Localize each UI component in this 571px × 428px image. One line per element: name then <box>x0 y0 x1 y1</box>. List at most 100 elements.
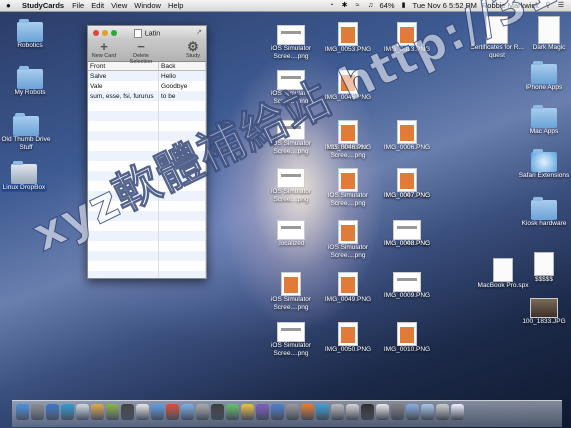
fullscreen-icon[interactable]: ↗ <box>196 28 202 36</box>
dock-app-icon[interactable] <box>406 404 419 420</box>
desktop-file-20[interactable]: IMG_0049.PNG <box>318 272 378 304</box>
image-thumbnail-icon <box>397 322 417 346</box>
delete-selection-button[interactable]: − Delete Selection <box>121 40 161 65</box>
desktop-file-19[interactable]: iOS Simulator Scree....png <box>261 272 321 312</box>
desktop-folder-my-robots[interactable]: My Robots <box>0 66 60 97</box>
dock-app-icon[interactable] <box>226 404 239 420</box>
dock-app-icon[interactable] <box>76 404 89 420</box>
desktop-file-0[interactable]: iOS Simulator Scree....png <box>261 25 321 61</box>
desktop-file-21[interactable]: IMG_0009.PNG <box>377 272 437 300</box>
dock-app-icon[interactable] <box>91 404 104 420</box>
dock-app-icon[interactable] <box>241 404 254 420</box>
desktop-file-dollars[interactable]: $$$$$ <box>514 252 571 284</box>
image-thumbnail-icon <box>338 220 358 244</box>
dock-app-icon[interactable] <box>301 404 314 420</box>
empty-row <box>88 271 206 278</box>
image-thumbnail-icon <box>338 120 358 144</box>
document-icon <box>534 252 554 276</box>
dock-app-icon[interactable] <box>121 404 134 420</box>
battery-status[interactable]: 64% <box>380 1 395 10</box>
cell-front[interactable]: Salve <box>88 70 159 81</box>
dock-app-icon[interactable] <box>421 404 434 420</box>
dock-app-icon[interactable] <box>436 404 449 420</box>
desktop-folder-mac-apps[interactable]: Mac Apps <box>514 105 571 136</box>
desktop-file-24[interactable]: IMG_0010.PNG <box>377 322 437 354</box>
linux-folder-icon <box>11 161 37 184</box>
folder-icon <box>17 19 43 42</box>
empty-row <box>88 101 206 111</box>
apple-menu-icon[interactable]: ● <box>6 1 16 10</box>
desktop-folder-kiosk-hardware[interactable]: Kiosk hardware <box>514 197 571 228</box>
dock-app-icon[interactable] <box>346 404 359 420</box>
bluetooth-icon[interactable]: ✱ <box>341 2 349 9</box>
dock-app-icon[interactable] <box>451 404 464 420</box>
dock-app-icon[interactable] <box>286 404 299 420</box>
desktop-file-23[interactable]: IMG_0050.PNG <box>318 322 378 354</box>
menu-file[interactable]: File <box>72 1 84 10</box>
empty-row <box>88 261 206 271</box>
dock-app-icon[interactable] <box>256 404 269 420</box>
dock-app-icon[interactable] <box>106 404 119 420</box>
safari-folder-icon <box>531 149 557 172</box>
dock-app-icon[interactable] <box>391 404 404 420</box>
dock-app-icon[interactable] <box>316 404 329 420</box>
dock-app-icon[interactable] <box>361 404 374 420</box>
image-thumbnail-icon <box>277 220 305 240</box>
desktop-file-22[interactable]: iOS Simulator Scree....png <box>261 322 321 358</box>
dock-app-icon[interactable] <box>181 404 194 420</box>
battery-icon[interactable]: ▮ <box>400 2 408 9</box>
dock-app-icon[interactable] <box>166 404 179 420</box>
image-thumbnail-icon <box>397 168 417 192</box>
menu-help[interactable]: Help <box>168 1 183 10</box>
dock-app-icon[interactable] <box>151 404 164 420</box>
image-thumbnail-icon <box>393 220 421 240</box>
dock-app-icon[interactable] <box>136 404 149 420</box>
empty-row <box>88 251 206 261</box>
desktop-file-10[interactable]: IMG_0006.PNG <box>377 120 437 152</box>
desktop-folder-linux-dropbox[interactable]: Linux DropBox <box>0 161 48 192</box>
desktop-folder-robotics[interactable]: Robotics <box>0 19 60 50</box>
desktop-file-12[interactable]: iOS Simulator Scree....png <box>318 168 378 208</box>
empty-row <box>88 241 206 251</box>
desktop-file-100-1833-jpg[interactable]: 100_1833.JPG <box>511 298 571 326</box>
dock-app-icon[interactable] <box>46 404 59 420</box>
dock-app-icon[interactable] <box>331 404 344 420</box>
volume-icon[interactable]: ♫ <box>367 2 375 9</box>
desktop-file-14[interactable]: IMG_0007.PNG <box>377 168 437 200</box>
dock-app-icon[interactable] <box>211 404 224 420</box>
desktop-file-15[interactable]: .localized <box>261 220 321 248</box>
dock-app-icon[interactable] <box>61 404 74 420</box>
column-header-back[interactable]: Back <box>158 62 206 71</box>
cell-back[interactable]: Hello <box>158 70 206 81</box>
dock-app-icon[interactable] <box>376 404 389 420</box>
wifi-icon[interactable]: ≈ <box>354 2 362 9</box>
table-row[interactable]: Vale Goodbye <box>88 81 206 91</box>
cell-back[interactable]: Goodbye <box>158 81 206 91</box>
cell-back[interactable]: to be <box>158 91 206 101</box>
time-machine-icon[interactable]: ◔ <box>328 2 336 9</box>
dock-app-icon[interactable] <box>196 404 209 420</box>
document-icon <box>133 29 142 38</box>
dock-app-icon[interactable] <box>271 404 284 420</box>
desktop-file-11[interactable]: iOS Simulator Scree....png <box>261 168 321 204</box>
desktop-folder-safari-extensions[interactable]: Safari Extensions <box>514 149 571 180</box>
table-row[interactable]: sum, esse, fsi, fururus to be <box>88 91 206 101</box>
new-card-button[interactable]: + New Card <box>90 40 118 59</box>
desktop-folder-iphone-apps[interactable]: iPhone Apps <box>514 61 571 92</box>
desktop-file-18[interactable]: IMG_0008.PNG <box>377 220 437 248</box>
app-menu[interactable]: StudyCards <box>22 1 64 10</box>
document-icon <box>493 258 513 282</box>
dock-app-icon[interactable] <box>31 404 44 420</box>
cell-front[interactable]: sum, esse, fsi, fururus <box>88 91 159 101</box>
cell-front[interactable]: Vale <box>88 81 159 91</box>
desktop-folder-old-thumb-drive[interactable]: Old Thumb Drive Stuff <box>0 113 52 152</box>
dock-app-icon[interactable] <box>16 404 29 420</box>
menu-edit[interactable]: Edit <box>91 1 104 10</box>
table-row[interactable]: Salve Hello <box>88 70 206 81</box>
desktop-file-16[interactable]: iOS Simulator Scree....png <box>318 220 378 260</box>
study-button[interactable]: ⚙ Study <box>182 40 204 59</box>
window-titlebar[interactable]: Latin ↗ <box>88 26 206 39</box>
minus-icon: − <box>137 39 145 54</box>
menu-view[interactable]: View <box>111 1 127 10</box>
menu-window[interactable]: Window <box>134 1 161 10</box>
